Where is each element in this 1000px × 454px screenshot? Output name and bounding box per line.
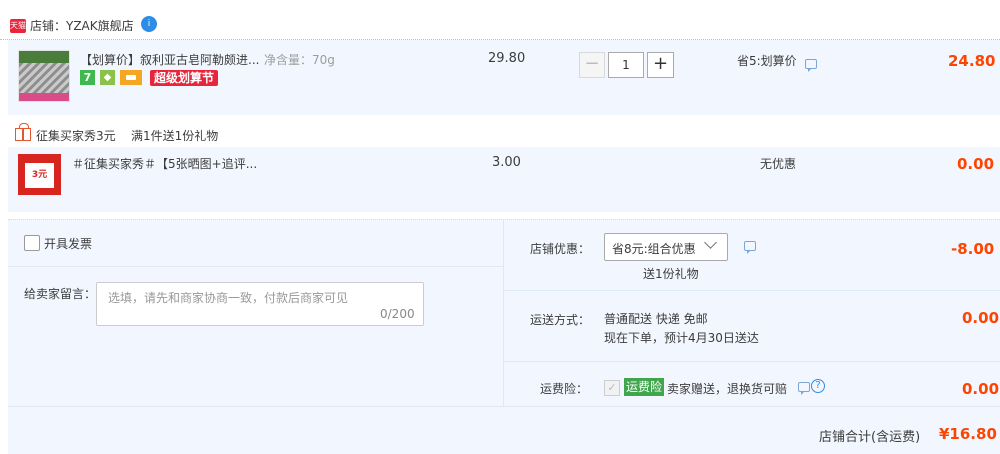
gift-title-link[interactable]: ＃征集买家秀＃【5张晒图+追评...	[72, 155, 257, 172]
seven-day-return-icon[interactable]: 7	[80, 70, 95, 85]
shipping-label: 运送方式：	[530, 313, 591, 327]
column-divider	[503, 219, 504, 407]
seller-note-label: 给卖家留言：	[24, 287, 97, 301]
seller-note-placeholder: 选填，请先和商家协商一致，付款后商家可见	[108, 291, 349, 305]
gift-header-title: 征集买家秀3元	[36, 129, 116, 143]
gift-rule: 满1件送1份礼物	[131, 129, 219, 143]
guarantee-icon[interactable]: ◆	[100, 70, 115, 85]
divider	[504, 361, 1000, 362]
quantity-input[interactable]: 1	[608, 52, 644, 78]
invoice-label[interactable]: 开具发票	[44, 235, 92, 252]
product-spec: 净含量：70g	[264, 53, 335, 67]
item-discount: 省5:划算价	[737, 54, 797, 68]
gift-thumbnail[interactable]: 3元	[18, 154, 61, 195]
shop-discount-label: 店铺优惠：	[530, 242, 591, 256]
gift-unit-price: 3.00	[492, 155, 521, 170]
wangwang-chat-icon[interactable]: i	[141, 16, 157, 32]
gift-thumbnail-text: 3元	[25, 163, 54, 188]
shop-total-label: 店铺合计(含运费)	[819, 430, 921, 445]
divider	[8, 266, 503, 267]
insurance-badge: 运费险	[624, 378, 665, 396]
quantity-decrease-button[interactable]: −	[579, 52, 605, 78]
product-title-link[interactable]: 【划算价】叙利亚古皂阿勒颇进...	[80, 51, 259, 68]
gift-note: 送1份礼物	[643, 267, 699, 281]
shop-name-link[interactable]: 店铺：YZAK旗舰店	[30, 17, 134, 34]
quantity-increase-button[interactable]: +	[647, 52, 674, 78]
gift-subtotal: 0.00	[957, 155, 995, 173]
order-options-panel	[8, 219, 1000, 454]
help-icon[interactable]: ?	[811, 379, 825, 393]
insurance-label: 运费险：	[540, 382, 589, 396]
tmall-badge: 天猫	[10, 19, 26, 33]
seller-note-counter: 0/200	[380, 307, 415, 321]
item-subtotal: 24.80	[948, 52, 996, 70]
shop-discount-amount: -8.00	[951, 240, 995, 258]
insurance-checkbox: ✓	[604, 380, 620, 396]
unit-price: 29.80	[488, 51, 526, 66]
comment-icon[interactable]	[744, 241, 756, 254]
divider	[8, 406, 1000, 407]
invoice-checkbox[interactable]	[24, 235, 40, 251]
shipping-eta: 现在下单，预计4月30日送达	[604, 331, 759, 345]
comment-icon[interactable]	[798, 382, 810, 395]
shipping-method: 普通配送 快递 免邮	[604, 312, 708, 326]
promo-tag: 超级划算节	[150, 70, 219, 86]
product-thumbnail[interactable]	[18, 50, 70, 102]
insurance-amount: 0.00	[962, 380, 1000, 398]
comment-icon[interactable]	[805, 59, 817, 72]
card-icon[interactable]	[120, 70, 142, 85]
shop-total-amount: ¥16.80	[939, 425, 997, 443]
gift-icon	[15, 123, 31, 141]
insurance-description: 卖家赠送，退换货可赔	[667, 382, 788, 396]
divider	[504, 290, 1000, 291]
shipping-fee: 0.00	[962, 309, 1000, 327]
gift-discount: 无优惠	[760, 157, 797, 171]
shop-discount-value: 省8元:组合优惠	[612, 242, 696, 256]
